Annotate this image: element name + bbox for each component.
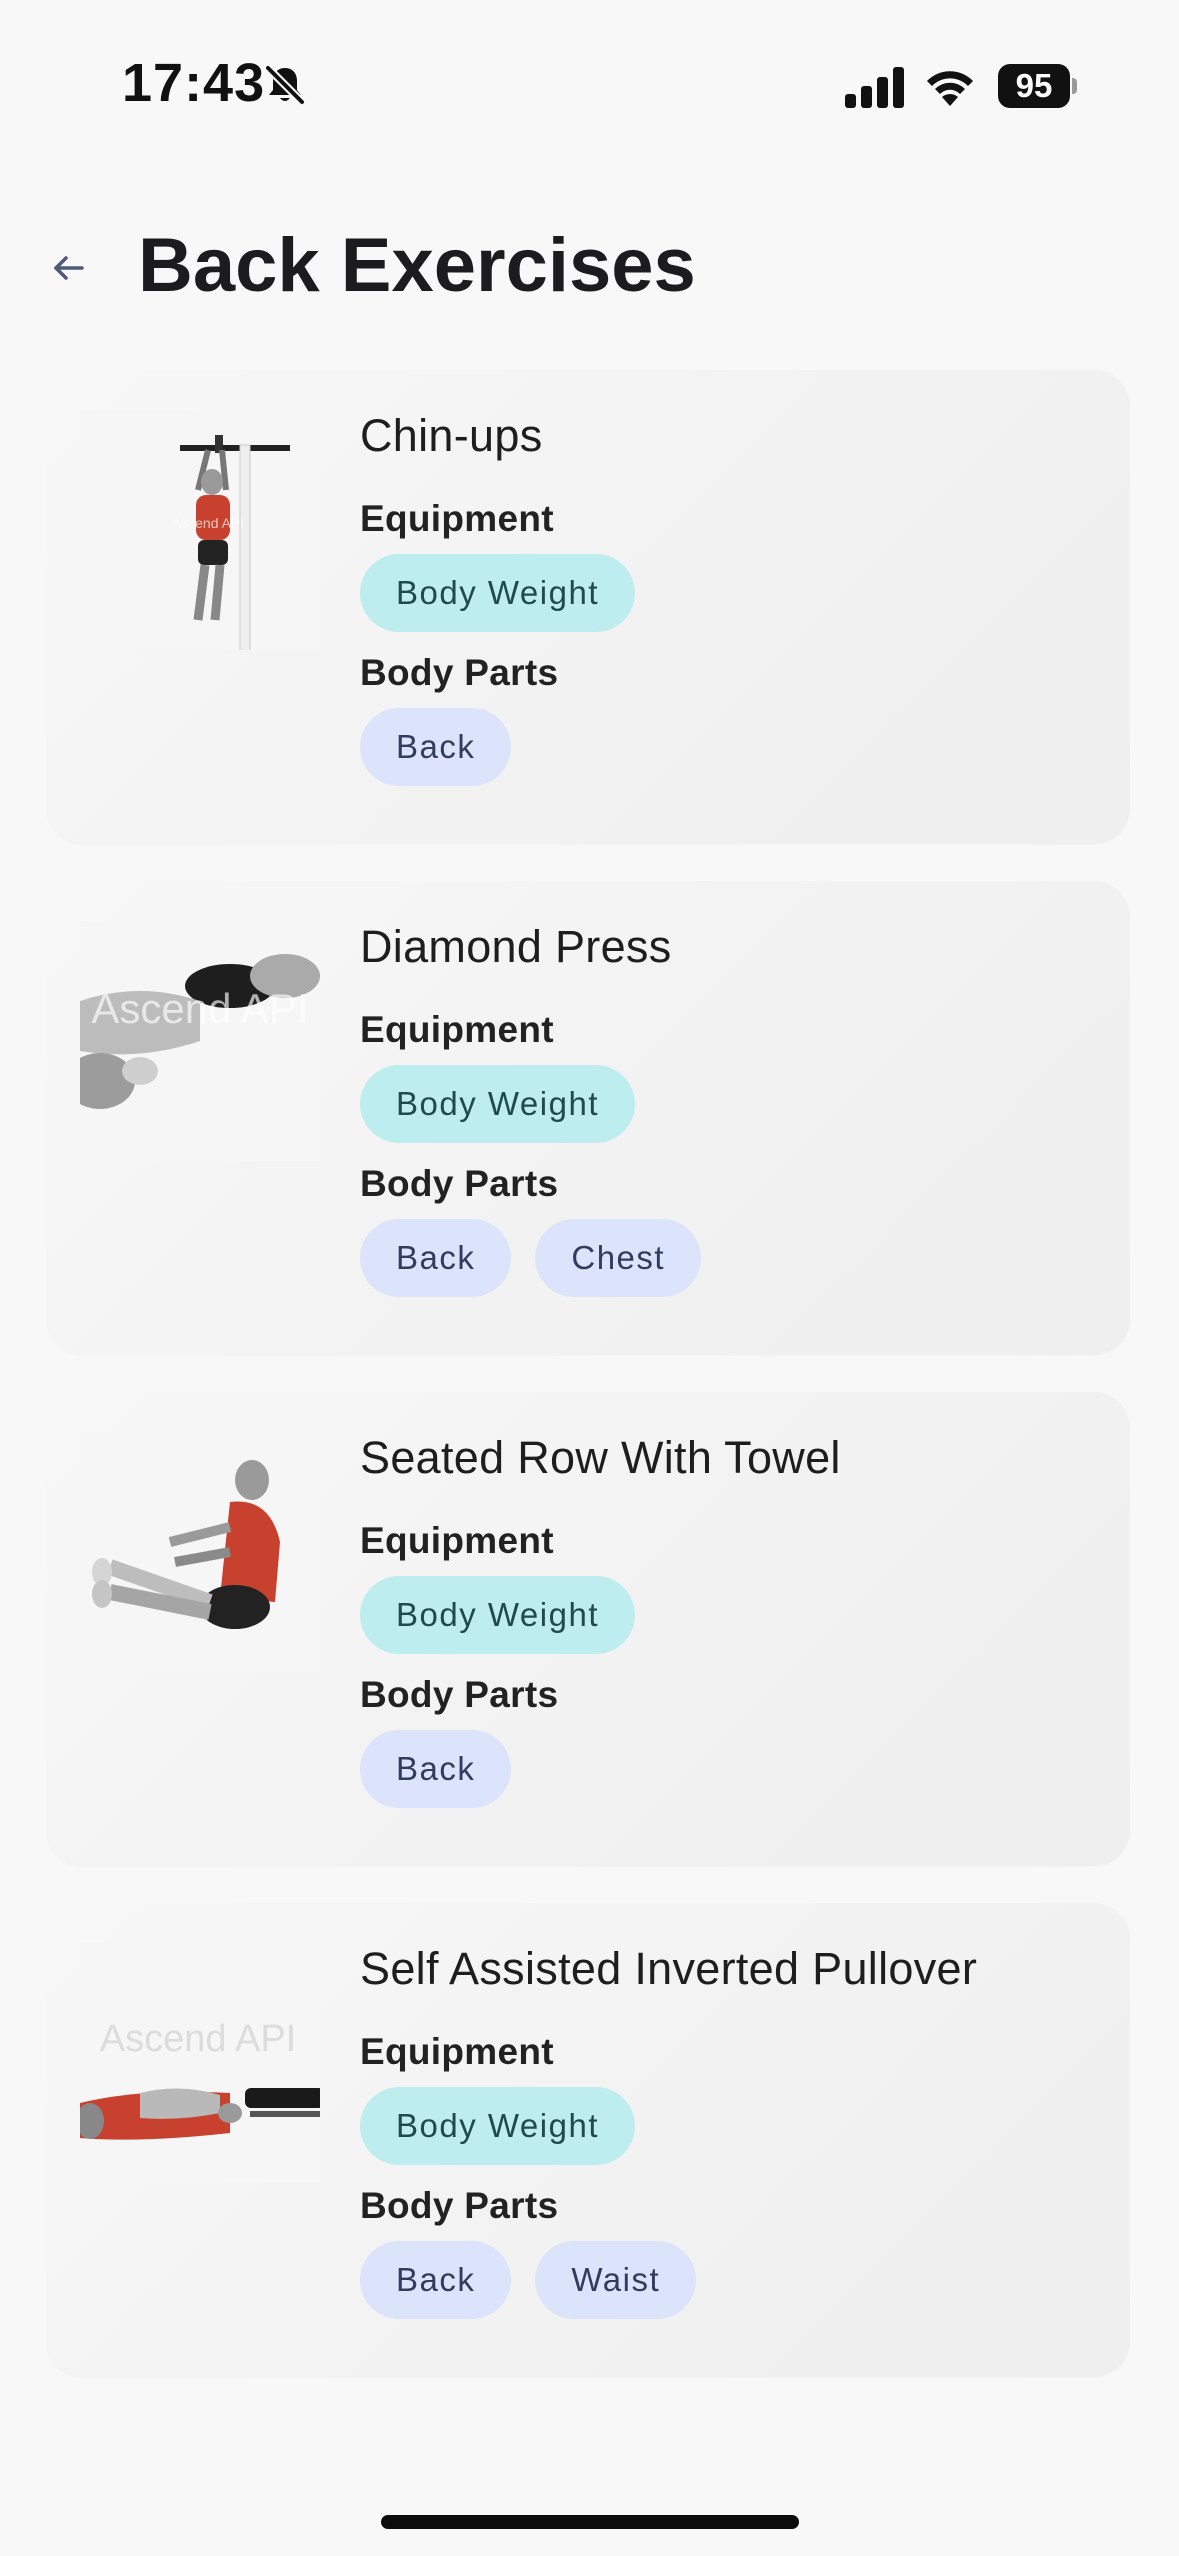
body-parts-label: Body Parts	[360, 652, 559, 693]
exercise-card[interactable]: Ascend API Self Assisted Inverted Pullov…	[46, 1903, 1130, 2377]
body-parts-label: Body Parts	[360, 1674, 559, 1715]
equipment-label: Equipment	[360, 2031, 554, 2072]
equipment-chip[interactable]: Body Weight	[360, 2087, 635, 2165]
back-button[interactable]	[40, 240, 96, 296]
arrow-left-icon	[54, 256, 84, 280]
exercise-card[interactable]: Ascend API Diamond Press Equipment Body …	[46, 881, 1130, 1355]
equipment-label: Equipment	[360, 498, 554, 539]
equipment-chip[interactable]: Body Weight	[360, 1065, 635, 1143]
wifi-icon	[922, 62, 978, 108]
exercise-list: Ascend API Chin-ups Equipment Body Weigh…	[46, 370, 1130, 2414]
equipment-chips: Body Weight	[360, 1576, 1100, 1654]
exercise-image: Ascend API	[80, 921, 320, 1161]
battery-level: 95	[998, 64, 1070, 108]
equipment-chips: Body Weight	[360, 554, 1100, 632]
body-part-chip[interactable]: Back	[360, 2241, 512, 2319]
equipment-label: Equipment	[360, 1520, 554, 1561]
exercise-image: Ascend API	[80, 410, 320, 650]
battery-icon: 95	[998, 64, 1077, 108]
status-time: 17:43	[122, 53, 266, 113]
body-part-chip[interactable]: Waist	[535, 2241, 697, 2319]
equipment-chips: Body Weight	[360, 2087, 1100, 2165]
watermark: Ascend API	[100, 2018, 296, 2060]
equipment-chip[interactable]: Body Weight	[360, 1576, 635, 1654]
cellular-signal-icon	[843, 66, 907, 108]
watermark: Ascend API	[172, 515, 244, 531]
bell-slash-icon	[262, 62, 308, 108]
exercise-image	[80, 1432, 320, 1672]
home-indicator[interactable]	[381, 2515, 799, 2529]
body-part-chip[interactable]: Back	[360, 1219, 512, 1297]
watermark: Ascend API	[91, 985, 308, 1032]
status-bar: 17:43 95	[0, 0, 1179, 160]
body-parts-label: Body Parts	[360, 1163, 559, 1204]
exercise-image: Ascend API	[80, 1943, 320, 2183]
body-part-chip[interactable]: Back	[360, 708, 512, 786]
body-part-chip[interactable]: Back	[360, 1730, 512, 1808]
equipment-chips: Body Weight	[360, 1065, 1100, 1143]
equipment-label: Equipment	[360, 1009, 554, 1050]
exercise-card[interactable]: Ascend API Chin-ups Equipment Body Weigh…	[46, 370, 1130, 844]
page-title: Back Exercises	[138, 223, 696, 308]
equipment-chip[interactable]: Body Weight	[360, 554, 635, 632]
body-part-chips: Back	[360, 708, 1100, 786]
body-parts-label: Body Parts	[360, 2185, 559, 2226]
exercise-name: Diamond Press	[360, 921, 672, 972]
exercise-name: Self Assisted Inverted Pullover	[360, 1943, 978, 1994]
body-part-chips: Back	[360, 1730, 1100, 1808]
body-part-chips: Back Waist	[360, 2241, 1100, 2319]
body-part-chip[interactable]: Chest	[535, 1219, 702, 1297]
exercise-card[interactable]: Seated Row With Towel Equipment Body Wei…	[46, 1392, 1130, 1866]
body-part-chips: Back Chest	[360, 1219, 1100, 1297]
exercise-name: Chin-ups	[360, 410, 543, 461]
exercise-name: Seated Row With Towel	[360, 1432, 841, 1483]
